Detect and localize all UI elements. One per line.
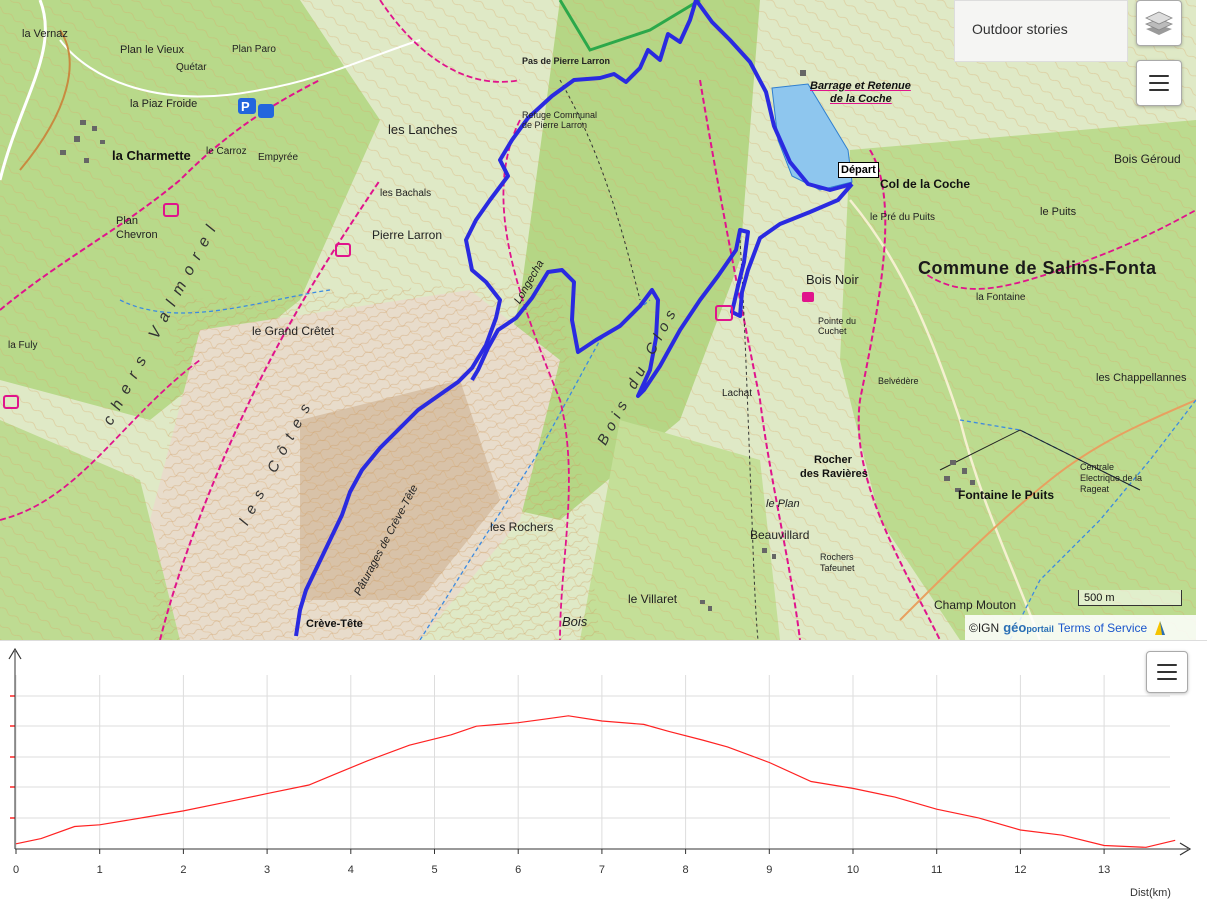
layers-button[interactable] (1136, 0, 1182, 46)
x-tick-label: 1 (97, 864, 103, 876)
map-label-centrale: Centrale Electrique de la Rageat (1080, 462, 1143, 494)
map-attribution: ©IGN géoportail Terms of Service (965, 615, 1196, 640)
map-label-empyree: Empyrée (258, 152, 299, 163)
profile-menu-button[interactable] (1146, 651, 1188, 693)
map-menu-button[interactable] (1136, 60, 1182, 106)
map-label-les-rochers: les Rochers (490, 520, 554, 534)
map-label-plan-paro: Plan Paro (232, 44, 276, 55)
x-tick-label: 6 (515, 864, 521, 876)
map-label-les-bachals: les Bachals (380, 188, 432, 199)
map-label-barrage-1: Barrage et Retenue (810, 80, 911, 92)
map-label-le-puits: le Puits (1040, 206, 1077, 218)
x-axis-label: Dist(km) (1130, 887, 1171, 899)
x-tick-label: 0 (13, 864, 19, 876)
outdoor-stories-panel[interactable]: Outdoor stories (954, 0, 1128, 62)
topo-map[interactable]: P Commune de Salins-Fonta chers Valmorel… (0, 0, 1196, 640)
map-label-les-lanches: les Lanches (388, 122, 458, 137)
map-label-pierre-larron: Pierre Larron (372, 228, 443, 242)
elevation-profile: 0 1 2 3 4 5 6 7 8 9 10 11 12 13 Dist(km) (0, 640, 1207, 901)
map-label-lachat: Lachat (722, 388, 753, 399)
x-tick-label: 3 (264, 864, 270, 876)
map-label-la-fuly: la Fuly (8, 340, 38, 351)
scale-label: 500 m (1084, 592, 1115, 604)
elevation-chart: 0 1 2 3 4 5 6 7 8 9 10 11 12 13 Dist(km) (8, 647, 1192, 899)
map-label-bois-noir: Bois Noir (806, 272, 859, 287)
x-tick-label: 9 (766, 864, 772, 876)
map-label-quetar: Quétar (176, 62, 207, 73)
map-label-champ-mouton: Champ Mouton (934, 598, 1017, 612)
elevation-line (15, 715, 1176, 848)
map-label-plan-le-vieux: Plan le Vieux (120, 44, 185, 56)
ign-credit: ©IGN (969, 620, 1000, 635)
map-label-la-vernaz: la Vernaz (22, 28, 68, 40)
map-label-piaz-froide: la Piaz Froide (130, 98, 198, 110)
map-label-des-ravieres: des Ravières (800, 468, 868, 480)
outdoor-stories-label: Outdoor stories (972, 21, 1068, 37)
x-tick-label: 5 (431, 864, 437, 876)
map-label-rocher: Rocher (814, 454, 852, 466)
map-label-plan-chevron: Plan Chevron (116, 215, 158, 241)
map-label-commune: Commune de Salins-Fonta (918, 258, 1157, 278)
map-label-le-carroz: le Carroz (206, 146, 247, 157)
terms-of-service-link[interactable]: Terms of Service (1058, 621, 1147, 635)
map-label-beauvillard: Beauvillard (750, 528, 810, 542)
map-label-chappellannes: les Chappellannes (1096, 372, 1187, 384)
scale-bar: 500 m (1078, 590, 1182, 608)
map-label-rochers-tafeunet: Rochers Tafeunet (820, 552, 855, 573)
x-tick-label: 2 (180, 864, 186, 876)
map-label-pas-larron: Pas de Pierre Larron (522, 56, 611, 66)
ign-logo-icon (1155, 620, 1166, 635)
layers-icon (1144, 11, 1174, 35)
map-label-bois-geroud: Bois Géroud (1114, 152, 1181, 166)
map-label-refuge: Refuge Communal de Pierre Larron (522, 110, 598, 130)
x-tick-label: 10 (847, 864, 859, 876)
map-label-bois: Bois (562, 614, 588, 629)
x-tick-label: 7 (599, 864, 605, 876)
map-label-barrage-2: de la Coche (830, 93, 892, 105)
map-label-pointe-cuchet: Pointe du Cuchet (818, 316, 857, 336)
map-label-creve-tete: Crève-Tête (306, 618, 363, 630)
map-label-fontaine: Fontaine le Puits (958, 488, 1055, 502)
map-label-la-fontaine: la Fontaine (976, 292, 1026, 303)
x-tick-label: 4 (348, 864, 354, 876)
map-label-grand-cretet: le Grand Crêtet (252, 324, 335, 338)
svg-text:P: P (241, 99, 250, 114)
geoportail-logo: géoportail (1003, 620, 1054, 635)
x-tick-label: 13 (1098, 864, 1110, 876)
depart-marker[interactable]: Départ (838, 162, 879, 178)
menu-icon (1157, 664, 1177, 680)
menu-icon (1149, 75, 1169, 91)
map-background: P (0, 0, 1196, 640)
map-label-pre-du-puits: le Pré du Puits (870, 212, 936, 223)
map-label-belvedere: Belvédère (878, 376, 919, 386)
map-label-le-villaret: le Villaret (628, 592, 678, 606)
x-tick-label: 11 (931, 864, 942, 876)
map-label-col: Col de la Coche (880, 177, 971, 191)
map-label-le-plan: le Plan (766, 498, 800, 510)
x-tick-label: 8 (683, 864, 689, 876)
map-label-la-charmette: la Charmette (112, 148, 191, 163)
x-tick-label: 12 (1014, 864, 1026, 876)
